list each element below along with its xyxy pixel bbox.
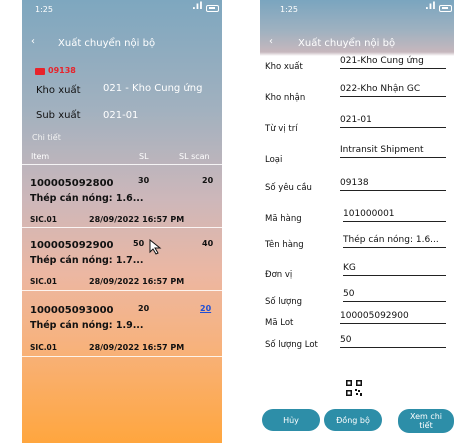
item-quantity: 20: [138, 304, 150, 313]
quantity-value[interactable]: 50: [343, 289, 446, 302]
lot-code-value[interactable]: 100005092900: [340, 311, 446, 324]
back-icon[interactable]: ‹: [31, 36, 35, 47]
view-detail-button[interactable]: Xem chi tiết: [398, 409, 454, 433]
item-time: 28/09/2022 16:57 PM: [89, 343, 185, 352]
item-name-label: Tên hàng: [265, 240, 304, 250]
mouse-cursor-icon: [149, 239, 162, 255]
battery-icon: [439, 5, 452, 12]
item-sub: SIC.01: [30, 215, 57, 224]
list-item[interactable]: 100005092800 30 20 Thép cán nóng: 1.6...…: [22, 165, 222, 228]
item-code: 100005092800: [30, 178, 114, 189]
item-time: 28/09/2022 16:57 PM: [89, 277, 185, 286]
column-header-sl: SL: [139, 152, 149, 161]
qr-code-icon[interactable]: [346, 380, 362, 396]
item-time: 28/09/2022 16:57 PM: [89, 215, 185, 224]
item-sub: SIC.01: [30, 277, 57, 286]
destination-warehouse-label: Kho nhận: [265, 93, 306, 103]
status-time: 1:25: [35, 5, 53, 14]
document-number: 09138: [48, 66, 76, 75]
lot-code-label: Mã Lot: [265, 318, 294, 328]
signal-icon: .ıl: [192, 1, 203, 12]
request-number-value[interactable]: 09138: [340, 178, 446, 191]
warehouse-label: Kho xuất: [36, 85, 81, 96]
column-header-sl-scan: SL scan: [179, 152, 210, 161]
cancel-button[interactable]: Hủy: [262, 409, 320, 431]
divider: [22, 356, 222, 357]
source-warehouse-label: Kho xuất: [265, 62, 303, 72]
back-icon[interactable]: ‹: [269, 36, 273, 47]
column-header-item: Item: [31, 152, 50, 161]
list-item[interactable]: 100005092900 50 40 Thép cán nóng: 1.7...…: [22, 228, 222, 291]
destination-warehouse-value[interactable]: 022-Kho Nhận GC: [340, 84, 446, 97]
item-code-value[interactable]: 101000001: [343, 209, 446, 222]
item-quantity: 50: [133, 239, 145, 248]
status-time: 1:25: [280, 5, 298, 14]
signal-icon: .ıl: [425, 1, 436, 12]
item-scanned-quantity: 20: [202, 176, 214, 185]
list-item[interactable]: 100005093000 20 20 Thép cán nóng: 1.9...…: [22, 291, 222, 354]
lot-quantity-value[interactable]: 50: [340, 335, 446, 348]
item-name-value[interactable]: Thép cán nóng: 1.6...: [343, 235, 446, 248]
item-quantity: 30: [138, 176, 150, 185]
warehouse-value: 021 - Kho Cung ứng: [103, 83, 203, 94]
section-title: Chi tiết: [32, 133, 61, 142]
page-title: Xuất chuyển nội bộ: [58, 38, 156, 49]
item-scanned-quantity[interactable]: 20: [200, 304, 211, 313]
detail-screen: 1:25 .ıl ‹ Xuất chuyển nội bộ Kho xuất K…: [260, 0, 454, 443]
item-name: Thép cán nóng: 1.6...: [30, 193, 144, 204]
type-label: Loại: [265, 155, 283, 165]
battery-icon: [206, 5, 219, 12]
page-title: Xuất chuyển nội bộ: [298, 38, 396, 49]
unit-value[interactable]: KG: [343, 263, 446, 276]
sub-warehouse-label: Sub xuất: [36, 110, 81, 121]
item-code: 100005093000: [30, 305, 114, 316]
request-number-label: Số yêu cầu: [265, 183, 312, 193]
from-location-label: Từ vị trí: [265, 124, 298, 134]
list-screen: 1:25 .ıl ‹ Xuất chuyển nội bộ 09138 Kho …: [22, 0, 222, 443]
type-value[interactable]: Intransit Shipment: [340, 145, 446, 158]
item-name: Thép cán nóng: 1.9...: [30, 320, 144, 331]
source-warehouse-value[interactable]: 021-Kho Cung ứng: [340, 56, 446, 69]
document-icon: [35, 68, 45, 75]
item-name: Thép cán nóng: 1.7...: [30, 255, 144, 266]
lot-quantity-label: Số lượng Lot: [265, 340, 318, 350]
item-sub: SIC.01: [30, 343, 57, 352]
item-code-label: Mã hàng: [265, 214, 302, 224]
sub-warehouse-value: 021-01: [103, 110, 139, 121]
quantity-label: Số lượng: [265, 297, 303, 307]
item-code: 100005092900: [30, 240, 114, 251]
from-location-value[interactable]: 021-01: [340, 115, 446, 128]
unit-label: Đơn vị: [265, 270, 293, 280]
sync-button[interactable]: Đồng bộ: [324, 409, 382, 431]
item-scanned-quantity: 40: [202, 239, 214, 248]
